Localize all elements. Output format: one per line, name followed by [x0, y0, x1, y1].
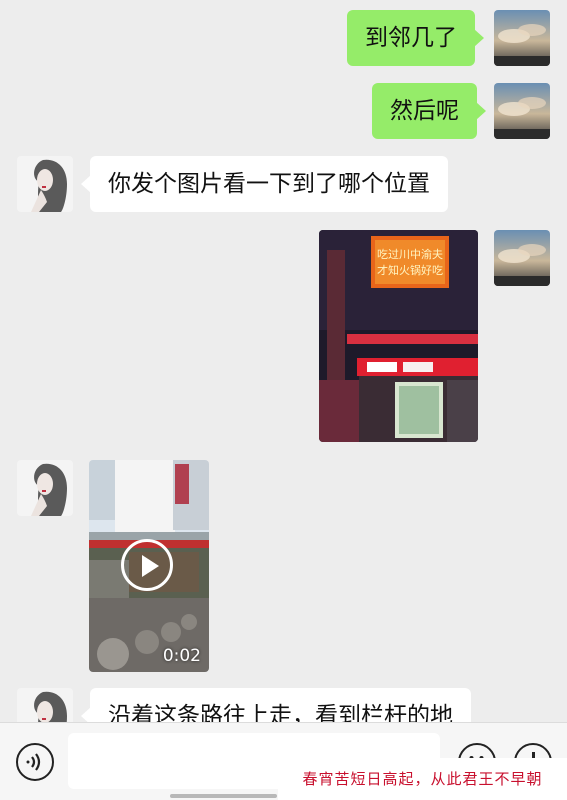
contact-avatar[interactable] — [17, 460, 73, 516]
video-message[interactable]: 0:02 — [89, 460, 209, 672]
message-bubble-incoming[interactable]: 沿着这条路往上走，看到栏杆的地 — [81, 688, 471, 722]
voice-icon[interactable] — [16, 743, 54, 781]
message-bubble-outgoing[interactable]: 到邻几了 — [347, 10, 484, 66]
storefront-photo[interactable]: 吃过川中渝夫 才知火锅好吃 — [319, 230, 478, 442]
self-avatar[interactable] — [494, 10, 550, 66]
photo-sign-line2: 才知火锅好吃 — [377, 263, 443, 277]
contact-avatar[interactable] — [17, 156, 73, 212]
photo-sign-line1: 吃过川中渝夫 — [377, 247, 443, 261]
video-play-icon[interactable] — [121, 539, 173, 591]
self-avatar[interactable] — [494, 83, 550, 139]
home-indicator — [170, 794, 277, 798]
message-bubble-incoming[interactable]: 你发个图片看一下到了哪个位置 — [81, 156, 448, 212]
contact-avatar[interactable] — [17, 688, 73, 722]
watermark-text: 春宵苦短日高起，从此君王不早朝 — [278, 758, 567, 800]
chat-message-list[interactable]: 到邻几了 然后呢 你发个图片看一下到了哪个位置 吃过川中渝夫 才知火锅好吃 0:… — [0, 0, 567, 722]
video-duration: 0:02 — [162, 646, 201, 666]
message-bubble-outgoing[interactable]: 然后呢 — [372, 83, 486, 139]
self-avatar[interactable] — [494, 230, 550, 286]
